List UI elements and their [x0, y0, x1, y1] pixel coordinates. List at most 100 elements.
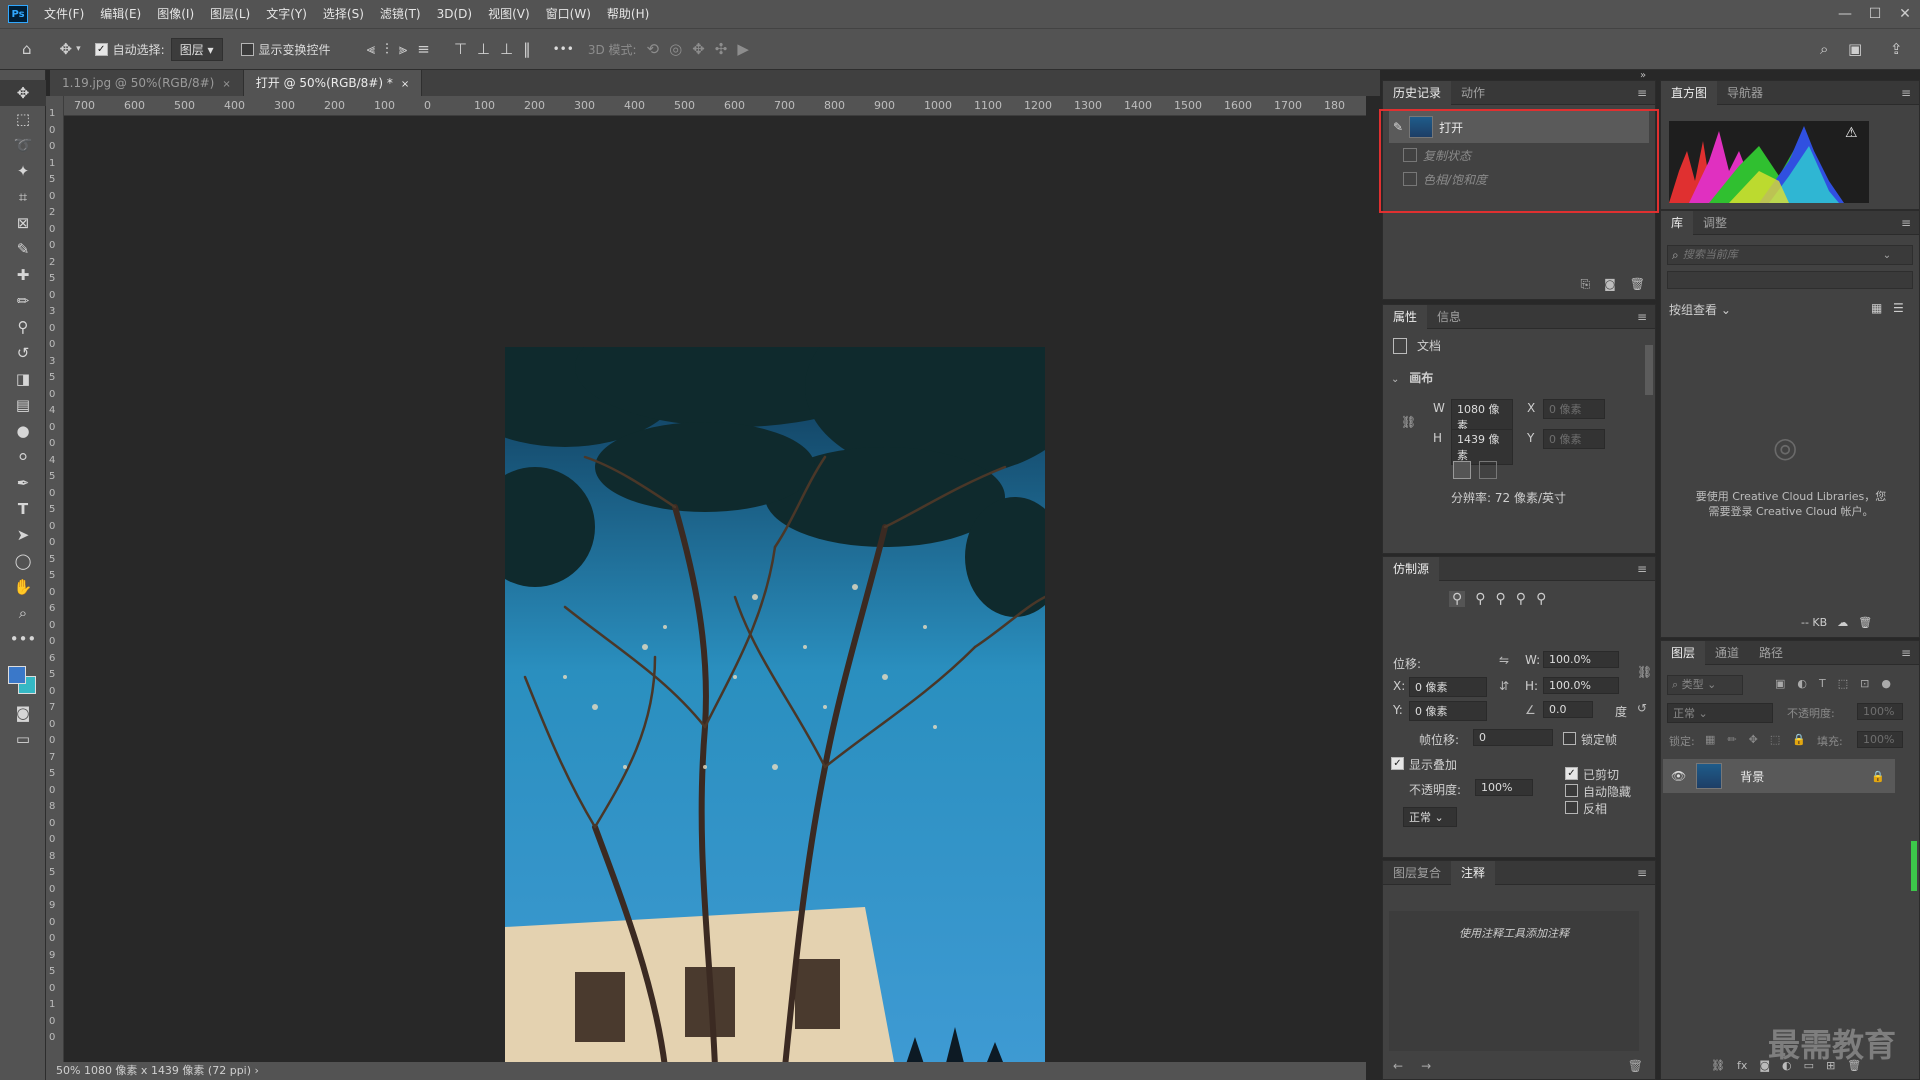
lock-artboard-icon[interactable]: ⬚: [1770, 733, 1780, 746]
frame-offset-field[interactable]: 0: [1473, 729, 1553, 746]
home-icon[interactable]: ⌂: [22, 40, 32, 58]
clone-source-5-icon[interactable]: ⚲: [1536, 591, 1546, 607]
menu-item[interactable]: 编辑(E): [92, 0, 149, 28]
scale-w-field[interactable]: 100.0%: [1543, 651, 1619, 668]
camera-icon[interactable]: ◙: [1604, 277, 1616, 292]
status-bar[interactable]: 50% 1080 像素 x 1439 像素 (72 ppi) ›: [46, 1062, 1366, 1080]
previous-note-icon[interactable]: ←: [1393, 1059, 1403, 1073]
ruler-vertical[interactable]: 1 0 0 1 5 0 2 0 0 2 5 0 3 0 0 3 5 0 4 0 0 4 5 0 5 0 0 5 5 0 6 0 0 6 5 0 7 0 0 7…: [46, 96, 64, 1062]
filter-shape-icon[interactable]: ⬚: [1838, 677, 1848, 690]
offset-x-field[interactable]: 0 像素: [1409, 677, 1487, 697]
overlay-opacity-field[interactable]: 100%: [1475, 779, 1533, 796]
layer-fill-field[interactable]: 100%: [1857, 731, 1903, 748]
brush-tool-icon[interactable]: ✏: [0, 288, 46, 314]
lasso-tool-icon[interactable]: ➰: [0, 132, 46, 158]
menu-item[interactable]: 文件(F): [36, 0, 92, 28]
auto-select-option[interactable]: ✓ 自动选择: 图层 ▾: [94, 37, 223, 61]
move-tool-icon[interactable]: ✥: [0, 80, 46, 106]
layer-filter-dropdown[interactable]: ⌕ 类型 ⌄: [1667, 675, 1743, 695]
panel-menu-icon[interactable]: ≡: [1637, 866, 1647, 880]
align-right-icon[interactable]: ⫸: [399, 40, 407, 58]
screen-mode-icon[interactable]: ▭: [0, 726, 46, 752]
blur-tool-icon[interactable]: ●: [0, 418, 46, 444]
show-transform-option[interactable]: 显示变换控件: [240, 41, 331, 58]
warning-icon[interactable]: ⚠: [1845, 125, 1858, 141]
overlay-blend-dropdown[interactable]: 正常 ⌄: [1403, 807, 1457, 827]
auto-select-checkbox[interactable]: ✓: [94, 42, 108, 56]
align-left-icon[interactable]: ⫷: [367, 40, 375, 58]
align-bottom-icon[interactable]: ⊥: [500, 40, 513, 58]
canvas-height-field[interactable]: 1439 像素: [1451, 429, 1513, 465]
clone-source-2-icon[interactable]: ⚲: [1475, 591, 1485, 607]
canvas-section-header[interactable]: ⌄ 画布: [1391, 369, 1433, 386]
tab-layer-comps[interactable]: 图层复合: [1383, 861, 1451, 885]
more-options-button[interactable]: •••: [553, 42, 574, 56]
tab-document-1[interactable]: 1.19.jpg @ 50%(RGB/8#) ×: [50, 70, 244, 96]
link-layers-icon[interactable]: ⛓: [1711, 1059, 1725, 1072]
panel-menu-icon[interactable]: ≡: [1637, 562, 1647, 576]
3d-drag-icon[interactable]: ✥: [692, 40, 705, 58]
lock-frame-checkbox[interactable]: [1563, 732, 1576, 745]
new-document-from-state-icon[interactable]: ⎘: [1581, 277, 1591, 292]
menu-item[interactable]: 选择(S): [315, 0, 372, 28]
align-top-icon[interactable]: ⊤: [454, 40, 467, 58]
auto-select-dropdown[interactable]: 图层 ▾: [170, 37, 223, 61]
filter-toggle-icon[interactable]: ●: [1881, 677, 1891, 690]
eyedropper-tool-icon[interactable]: ✎: [0, 236, 46, 262]
layers-scrollbar[interactable]: [1911, 841, 1917, 891]
library-search-input[interactable]: [1682, 249, 1883, 261]
lock-position-icon[interactable]: ✥: [1749, 733, 1758, 746]
show-transform-checkbox[interactable]: [240, 42, 254, 56]
next-note-icon[interactable]: →: [1421, 1059, 1431, 1073]
tab-info[interactable]: 信息: [1427, 305, 1471, 329]
landscape-orientation-icon[interactable]: [1479, 461, 1497, 479]
tab-history[interactable]: 历史记录: [1383, 80, 1452, 105]
menu-item[interactable]: 视图(V): [480, 0, 538, 28]
tab-library[interactable]: 库: [1661, 210, 1694, 235]
path-selection-tool-icon[interactable]: ➤: [0, 522, 46, 548]
distribute-icon[interactable]: ‖: [523, 40, 531, 58]
lock-pixels-icon[interactable]: ✏: [1727, 733, 1736, 746]
tab-adjustments[interactable]: 调整: [1693, 211, 1737, 235]
filter-pixel-icon[interactable]: ▣: [1775, 677, 1785, 690]
panel-menu-icon[interactable]: ≡: [1637, 310, 1647, 324]
panel-menu-icon[interactable]: ≡: [1637, 86, 1647, 100]
crop-tool-icon[interactable]: ⌗: [0, 184, 46, 210]
layer-opacity-field[interactable]: 100%: [1857, 703, 1903, 720]
menu-item[interactable]: 图像(I): [149, 0, 202, 28]
library-dropdown[interactable]: [1667, 271, 1913, 289]
marquee-tool-icon[interactable]: ⬚: [0, 106, 46, 132]
tab-properties[interactable]: 属性: [1383, 304, 1428, 329]
panel-menu-icon[interactable]: ≡: [1901, 216, 1911, 230]
link-icon[interactable]: ⛓: [1637, 665, 1652, 679]
clipped-checkbox[interactable]: ✓: [1565, 767, 1578, 780]
portrait-orientation-icon[interactable]: [1453, 461, 1471, 479]
3d-rotate-icon[interactable]: ⟲: [647, 40, 660, 58]
trash-icon[interactable]: 🗑: [1630, 277, 1645, 292]
3d-slide-icon[interactable]: ✣: [715, 40, 728, 58]
panel-menu-icon[interactable]: ≡: [1901, 86, 1911, 100]
align-center-icon[interactable]: ⫶: [385, 40, 389, 58]
angle-field[interactable]: 0.0: [1543, 701, 1593, 718]
align-vcenter-icon[interactable]: ⊥: [477, 40, 490, 58]
close-tab-icon[interactable]: ×: [401, 79, 409, 90]
menu-item[interactable]: 3D(D): [429, 0, 480, 28]
properties-scrollbar[interactable]: [1645, 345, 1653, 395]
invert-checkbox[interactable]: [1565, 801, 1578, 814]
reset-transform-icon[interactable]: ↺: [1637, 701, 1647, 715]
lock-all-icon[interactable]: 🔒: [1792, 733, 1806, 746]
tab-clone-source[interactable]: 仿制源: [1383, 556, 1440, 581]
show-overlay-checkbox[interactable]: ✓: [1391, 757, 1404, 770]
grid-view-icon[interactable]: ▦: [1871, 301, 1882, 315]
menu-item[interactable]: 文字(Y): [258, 0, 315, 28]
menu-item[interactable]: 滤镜(T): [372, 0, 429, 28]
clone-source-3-icon[interactable]: ⚲: [1496, 591, 1506, 607]
clone-source-4-icon[interactable]: ⚲: [1516, 591, 1526, 607]
menu-item[interactable]: 图层(L): [202, 0, 258, 28]
trash-icon[interactable]: 🗑: [1628, 1059, 1643, 1073]
filter-adjustment-icon[interactable]: ◐: [1797, 677, 1807, 690]
3d-camera-icon[interactable]: ▶: [737, 40, 749, 58]
panel-menu-icon[interactable]: ≡: [1901, 646, 1911, 660]
hand-tool-icon[interactable]: ✋: [0, 574, 46, 600]
ellipse-tool-icon[interactable]: ◯: [0, 548, 46, 574]
